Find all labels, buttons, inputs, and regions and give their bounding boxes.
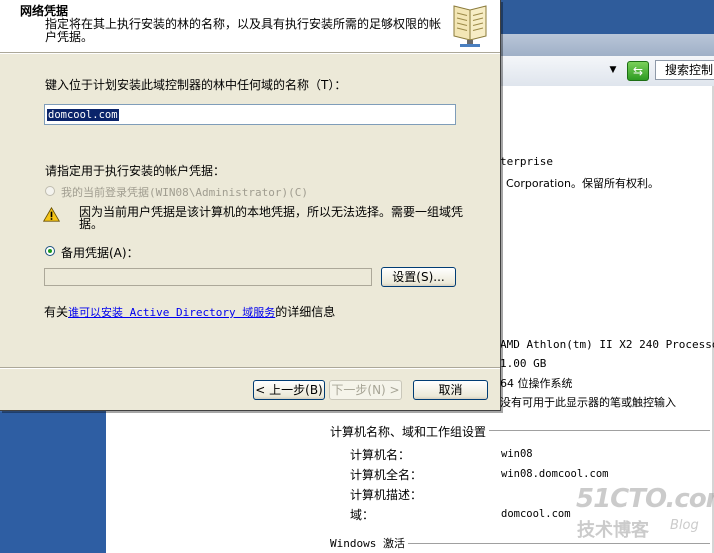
page-description: 指定将在其上执行安装的林的名称，以及具有执行安装所需的足够权限的帐户凭据。 bbox=[45, 17, 442, 44]
windows-edition-text: terprise bbox=[500, 155, 553, 168]
processor-value: AMD Athlon(tm) II X2 240 Processor bbox=[500, 338, 714, 351]
ad-ds-permissions-link[interactable]: 谁可以安装 Active Directory 域服务 bbox=[68, 306, 275, 319]
watermark-subtitle: 技术博客 bbox=[577, 520, 649, 541]
alternate-credentials-radio[interactable] bbox=[45, 246, 55, 256]
domain-name-value: domcool.com bbox=[47, 109, 119, 121]
back-button[interactable]: < 上一步(B) bbox=[253, 380, 325, 400]
windows-activation-title: Windows 激活 bbox=[330, 535, 408, 551]
pen-touch-value: 没有可用于此显示器的笔或触控输入 bbox=[500, 396, 676, 409]
full-computer-name-value: win08.domcool.com bbox=[501, 468, 609, 480]
computer-description-label: 计算机描述： bbox=[350, 488, 423, 502]
system-type-value: 64 位操作系统 bbox=[500, 377, 573, 390]
computer-name-label: 计算机名： bbox=[350, 448, 411, 462]
credentials-prompt: 请指定用于执行安装的帐户凭据： bbox=[45, 164, 226, 178]
wizard-header: 网络凭据 指定将在其上执行安装的林的名称，以及具有执行安装所需的足够权限的帐户凭… bbox=[0, 0, 500, 53]
warning-message: 因为当前用户凭据是该计算机的本地凭据，所以无法选择。需要一组域凭据。 bbox=[79, 205, 464, 231]
next-button[interactable]: 下一步(N) > bbox=[329, 380, 402, 400]
set-credentials-button[interactable]: 设置(S)... bbox=[381, 267, 456, 287]
chevron-down-icon[interactable]: ▼ bbox=[606, 62, 620, 78]
directory-book-icon bbox=[453, 5, 487, 47]
domain-value: domcool.com bbox=[501, 508, 571, 520]
ad-info-prefix: 有关 bbox=[44, 305, 69, 319]
watermark-blog: Blog bbox=[670, 518, 699, 533]
alternate-credentials-label[interactable]: 备用凭据(A)： bbox=[61, 244, 139, 261]
background-sidebar bbox=[0, 412, 106, 553]
go-arrow-icon[interactable]: ⇆ bbox=[627, 61, 649, 81]
domain-name-prompt: 键入位于计划安装此域控制器的林中任何域的名称（T）： bbox=[45, 78, 347, 92]
header-divider bbox=[0, 53, 500, 54]
ad-ds-installation-wizard: 网络凭据 指定将在其上执行安装的林的名称，以及具有执行安装所需的足够权限的帐户凭… bbox=[0, 0, 501, 411]
radio-selected-dot bbox=[48, 249, 52, 253]
ad-info-suffix: 的详细信息 bbox=[275, 305, 336, 319]
computer-name-group-title: 计算机名称、域和工作组设置 bbox=[330, 423, 490, 440]
current-credentials-radio bbox=[45, 186, 55, 196]
background-window-titlebar bbox=[495, 0, 714, 34]
domain-name-input[interactable]: domcool.com bbox=[44, 104, 456, 125]
current-credentials-label: 我的当前登录凭据(WIN08\Administrator)(C) bbox=[61, 186, 308, 199]
search-placeholder: 搜索控制 bbox=[665, 63, 714, 77]
ad-info-text: 有关谁可以安装 Active Directory 域服务的详细信息 bbox=[44, 303, 335, 320]
computer-name-value: win08 bbox=[501, 448, 533, 460]
watermark-logo: 51CTO.com bbox=[576, 484, 714, 514]
domain-label: 域： bbox=[350, 508, 375, 522]
footer-divider-highlight bbox=[0, 368, 500, 369]
background-address-bar bbox=[495, 34, 714, 57]
copyright-text: Corporation。保留所有权利。 bbox=[506, 177, 659, 190]
alternate-credentials-field bbox=[44, 268, 372, 286]
full-computer-name-label: 计算机全名： bbox=[350, 468, 423, 482]
memory-value: 1.00 GB bbox=[500, 357, 547, 370]
warning-icon bbox=[43, 207, 60, 222]
cancel-button[interactable]: 取消 bbox=[413, 380, 488, 400]
search-input[interactable]: 搜索控制 bbox=[655, 60, 714, 80]
